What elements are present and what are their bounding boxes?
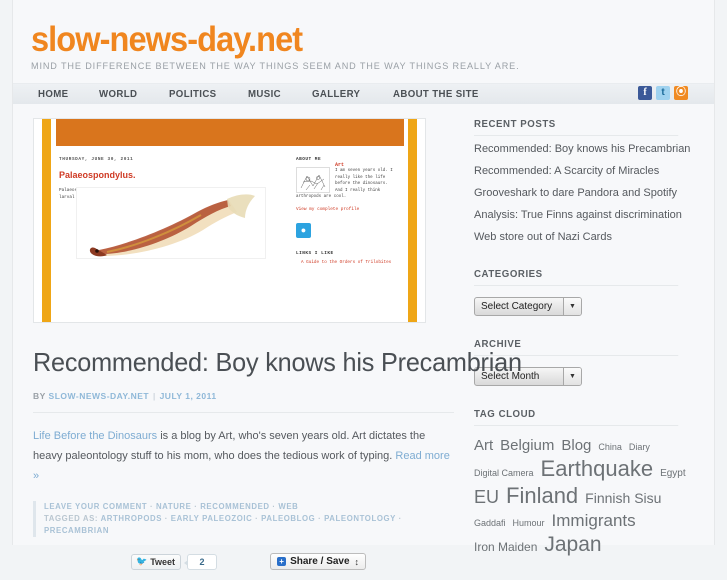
tag-cloud-item[interactable]: Earthquake xyxy=(541,458,654,480)
fish-illustration xyxy=(89,194,255,257)
updown-arrows-icon: ↕ xyxy=(354,556,360,567)
category-link-nature[interactable]: NATURE xyxy=(156,502,192,511)
chevron-down-icon: ▼ xyxy=(563,368,581,385)
widget-categories: Categories Select Category ▼ xyxy=(474,268,696,316)
twitter-icon[interactable]: t xyxy=(656,86,670,100)
thumb-link-item: A Guide to the Orders of Trilobites xyxy=(301,259,392,265)
thumb-banner xyxy=(56,119,404,146)
share-save-label: Share / Save xyxy=(290,556,350,567)
site-header: slow-news-day.net Mind the difference be… xyxy=(13,0,714,73)
tag-cloud-item[interactable]: Belgium xyxy=(500,435,554,457)
tag-cloud-list: Art Belgium Blog China Diary Digital Camera Ea… xyxy=(474,435,696,558)
tag-cloud-item[interactable]: Blog xyxy=(561,435,591,457)
sidebar-column: Recent Posts Recommended: Boy knows his … xyxy=(456,104,696,580)
tag-cloud-item[interactable]: Finnish Sisu xyxy=(585,487,661,509)
article-meta: LEAVE YOUR COMMENT · NATURE · RECOMMENDE… xyxy=(33,501,456,537)
content-columns: Life Before the Dinosaurs THURSDAY, JUNE… xyxy=(13,104,714,580)
avatar-sketch-icon xyxy=(300,174,326,191)
nav-item-world[interactable]: World xyxy=(99,88,137,100)
tag-link-paleoblog[interactable]: PALEOBLOG xyxy=(261,514,315,523)
tag-cloud-item[interactable]: Finland xyxy=(506,485,578,507)
tweet-button[interactable]: 🐦 Tweet xyxy=(131,553,182,570)
thumb-fish-image xyxy=(76,187,266,259)
recent-post-link-1[interactable]: Recommended: Boy knows his Precambrian xyxy=(474,141,696,158)
nav-item-home[interactable]: Home xyxy=(38,88,68,100)
byline-date[interactable]: JULY 1, 2011 xyxy=(160,391,217,401)
category-select[interactable]: Select Category ▼ xyxy=(474,297,582,316)
widget-recent-posts: Recent Posts Recommended: Boy knows his … xyxy=(474,118,696,246)
thumb-sidebar: ABOUT ME Art I am seven years old. I rea… xyxy=(296,157,396,266)
recent-post-link-3[interactable]: Grooveshark to dare Pandora and Spotify xyxy=(474,185,696,202)
thumb-right-stripe xyxy=(408,119,417,322)
recent-posts-title: Recent Posts xyxy=(474,118,679,136)
archive-title: Archive xyxy=(474,338,679,356)
thumb-banner-title: Life Before the Dinosaurs xyxy=(58,119,402,121)
thumb-avatar xyxy=(296,167,330,193)
main-navigation: Home World Politics Music Gallery About … xyxy=(13,83,714,104)
facebook-icon[interactable]: f xyxy=(638,86,652,100)
nav-items: Home World Politics Music Gallery About … xyxy=(13,88,514,100)
meta-tags-row: TAGGED AS: ARTHROPODS · EARLY PALEOZOIC … xyxy=(44,514,402,535)
nav-item-music[interactable]: Music xyxy=(248,88,281,100)
widget-tag-cloud: Tag Cloud Art Belgium Blog China Diary Digita… xyxy=(474,408,696,558)
thumb-post-title: Palaeospondylus. xyxy=(59,170,136,180)
category-link-recommended[interactable]: RECOMMENDED xyxy=(200,502,269,511)
share-row: 🐦 Tweet 2 + Share / Save ↕ xyxy=(131,553,456,570)
recent-post-link-2[interactable]: Recommended: A Scarcity of Miracles xyxy=(474,163,696,180)
tag-cloud-item[interactable]: China xyxy=(598,436,622,458)
tag-link-paleontology[interactable]: PALEONTOLOGY xyxy=(324,514,396,523)
byline-author-link[interactable]: SLOW-NEWS-DAY.NET xyxy=(49,391,150,401)
article-excerpt: Life Before the Dinosaurs is a blog by A… xyxy=(33,426,453,486)
tag-cloud-item[interactable]: Immigrants xyxy=(552,510,636,532)
byline-divider xyxy=(33,412,454,413)
tag-link-arthropods[interactable]: ARTHROPODS xyxy=(101,514,162,523)
categories-title: Categories xyxy=(474,268,679,286)
recent-post-link-5[interactable]: Web store out of Nazi Cards xyxy=(474,229,696,246)
category-select-value: Select Category xyxy=(481,301,553,312)
tweet-button-label: Tweet xyxy=(150,556,176,567)
thumb-links-heading: LINKS I LIKE xyxy=(296,250,334,256)
meta-categories-row: LEAVE YOUR COMMENT · NATURE · RECOMMENDE… xyxy=(44,502,299,511)
tag-cloud-item[interactable]: Egypt xyxy=(660,463,686,485)
page-container: slow-news-day.net Mind the difference be… xyxy=(12,0,715,570)
social-links: f t ⦿ xyxy=(638,86,688,100)
tag-cloud-item[interactable]: Diary xyxy=(629,436,650,458)
tag-cloud-item[interactable]: Iron Maiden xyxy=(474,536,537,558)
nav-item-politics[interactable]: Politics xyxy=(169,88,216,100)
page-title: Recommended: Boy knows his Precambrian xyxy=(33,347,522,377)
tag-cloud-item[interactable]: Humour xyxy=(513,512,545,534)
tagged-as-label: TAGGED AS: xyxy=(44,514,99,523)
category-link-web[interactable]: WEB xyxy=(278,502,298,511)
recent-post-link-4[interactable]: Analysis: True Finns against discriminat… xyxy=(474,207,696,224)
tag-cloud-item[interactable]: EU xyxy=(474,486,499,508)
thumb-twitter-icon: ● xyxy=(296,222,311,238)
tag-cloud-item[interactable]: Digital Camera xyxy=(474,462,534,484)
tag-cloud-title: Tag Cloud xyxy=(474,408,679,426)
thumb-left-stripe xyxy=(42,119,51,322)
nav-item-gallery[interactable]: Gallery xyxy=(312,88,360,100)
rss-icon[interactable]: ⦿ xyxy=(674,86,688,100)
addthis-plus-icon: + xyxy=(277,557,287,566)
byline: BY SLOW-NEWS-DAY.NET | JULY 1, 2011 xyxy=(33,391,456,401)
chevron-down-icon: ▼ xyxy=(563,298,581,315)
excerpt-source-link[interactable]: Life Before the Dinosaurs xyxy=(33,430,157,442)
site-tagline: Mind the difference between the way thin… xyxy=(31,61,520,72)
tag-cloud-item[interactable]: Gaddafi xyxy=(474,512,506,534)
byline-by-label: BY xyxy=(33,391,46,401)
main-column: Life Before the Dinosaurs THURSDAY, JUNE… xyxy=(31,104,522,580)
tag-link-early-paleozoic[interactable]: EARLY PALEOZOIC xyxy=(171,514,253,523)
thumb-post-date: THURSDAY, JUNE 30, 2011 xyxy=(59,157,134,162)
tag-link-precambrian[interactable]: PRECAMBRIAN xyxy=(44,526,109,535)
thumb-profile-link: View my complete profile xyxy=(296,206,360,212)
featured-screenshot[interactable]: Life Before the Dinosaurs THURSDAY, JUNE… xyxy=(33,118,426,323)
site-logo[interactable]: slow-news-day.net xyxy=(31,22,666,58)
tag-cloud-item[interactable]: Art xyxy=(474,435,493,457)
tweet-count-bubble[interactable]: 2 xyxy=(184,553,218,570)
share-save-button[interactable]: + Share / Save ↕ xyxy=(270,553,367,570)
nav-item-about-the-site[interactable]: About the site xyxy=(393,88,479,100)
byline-separator: | xyxy=(152,391,156,401)
leave-comment-link[interactable]: LEAVE YOUR COMMENT xyxy=(44,502,147,511)
twitter-bird-icon: 🐦 xyxy=(136,556,148,566)
tag-cloud-item[interactable]: Japan xyxy=(544,534,601,556)
